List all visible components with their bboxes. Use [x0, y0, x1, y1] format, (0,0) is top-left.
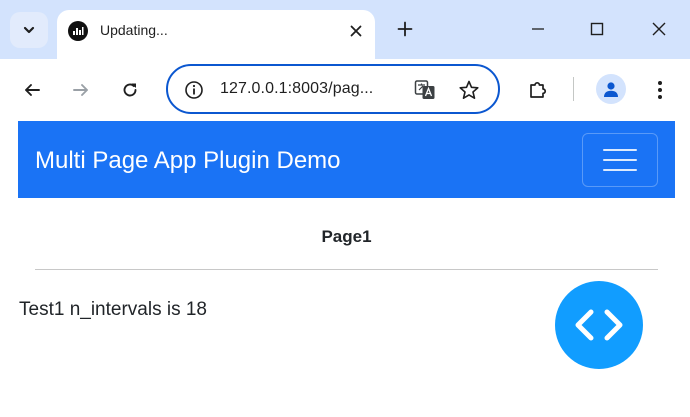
interval-output-text: Test1 n_intervals is 18: [19, 299, 207, 320]
app-navbar: Multi Page App Plugin Demo: [18, 121, 675, 198]
new-tab-button[interactable]: [392, 16, 418, 42]
browser-tab[interactable]: Updating...: [57, 10, 375, 59]
bar-chart-icon: [68, 21, 88, 41]
code-icon: [575, 309, 623, 341]
bookmark-star-button[interactable]: [458, 79, 480, 101]
forward-button[interactable]: [67, 76, 95, 104]
browser-menu-button[interactable]: [646, 76, 674, 104]
window-maximize-button[interactable]: [584, 16, 610, 42]
window-minimize-button[interactable]: [525, 16, 551, 42]
close-icon: [652, 22, 666, 36]
arrow-left-icon: [25, 84, 40, 96]
arrow-right-icon: [73, 84, 88, 96]
translate-icon[interactable]: [414, 79, 436, 101]
tab-close-button[interactable]: [345, 20, 367, 42]
window-close-button[interactable]: [646, 16, 672, 42]
person-icon: [604, 82, 618, 97]
profile-button[interactable]: [596, 74, 626, 104]
web-page: Multi Page App Plugin Demo Page1 Test1 n…: [0, 121, 690, 417]
reload-button[interactable]: [116, 76, 144, 104]
address-bar[interactable]: 127.0.0.1:8003/pag...: [166, 64, 500, 114]
close-icon: [350, 25, 362, 37]
puzzle-icon: [530, 81, 547, 98]
maximize-icon: [590, 22, 604, 36]
reload-icon: [123, 83, 137, 97]
more-vert-icon: [658, 81, 662, 99]
star-icon: [459, 80, 479, 99]
browser-toolbar: 127.0.0.1:8003/pag...: [0, 59, 690, 121]
browser-tab-strip: Updating...: [0, 0, 690, 59]
back-button[interactable]: [18, 76, 46, 104]
extensions-button[interactable]: [524, 76, 552, 104]
page-title: Page1: [321, 227, 372, 246]
tab-search-button[interactable]: [10, 12, 48, 48]
divider: [35, 269, 658, 270]
chevron-down-icon: [23, 26, 35, 34]
tab-title: Updating...: [100, 22, 168, 38]
dev-tools-button[interactable]: [555, 281, 643, 369]
plus-icon: [397, 21, 413, 37]
navbar-brand[interactable]: Multi Page App Plugin Demo: [35, 147, 341, 175]
hamburger-icon: [603, 149, 637, 171]
info-icon[interactable]: [184, 80, 204, 100]
toolbar-divider: [573, 77, 574, 101]
minimize-icon: [532, 28, 544, 30]
navbar-toggler-button[interactable]: [582, 133, 658, 187]
url-text: 127.0.0.1:8003/pag...: [220, 80, 374, 97]
